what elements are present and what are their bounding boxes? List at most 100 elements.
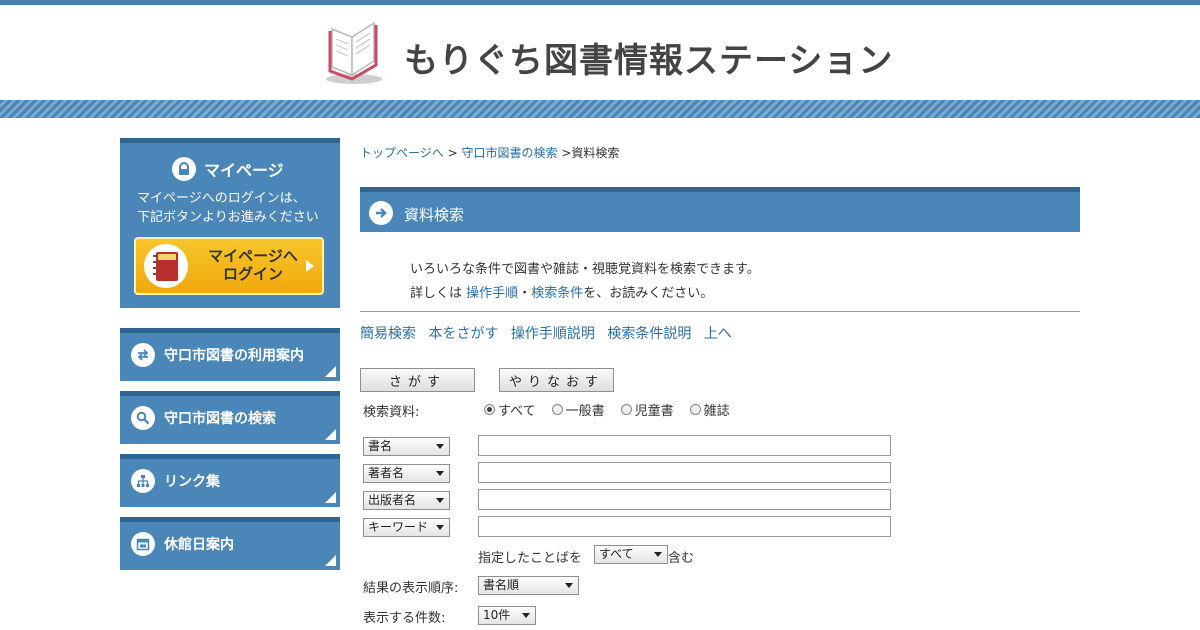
radio-magazine[interactable]: 雑誌	[689, 400, 730, 419]
select-value: すべて	[599, 547, 634, 561]
match-prefix-label: 指定したことばを	[478, 551, 583, 566]
chevron-down-icon	[436, 471, 444, 476]
mypage-description: マイページへのログインは、 下記ボタンよりお進みください	[137, 189, 319, 227]
radio-label: 一般書	[565, 404, 605, 419]
site-header: もりぐち図書情報ステーション	[0, 5, 1200, 100]
mypage-desc-line2: 下記ボタンよりお進みください	[137, 210, 319, 225]
corner-triangle-icon	[325, 492, 336, 503]
mypage-panel: マイページ マイページへのログインは、 下記ボタンよりお進みください マイページ…	[120, 138, 340, 308]
lock-icon	[172, 157, 196, 181]
radio-label: 雑誌	[703, 404, 730, 419]
mypage-login-button[interactable]: マイページへ ログイン	[134, 237, 324, 295]
sidebar-item-label: 守口市図書の検索	[164, 411, 276, 427]
field-select-title[interactable]: 書名	[363, 437, 450, 456]
match-suffix-label: 含む	[668, 551, 695, 566]
divider	[360, 311, 1080, 312]
arrows-icon	[131, 343, 155, 367]
radio-button[interactable]	[484, 404, 495, 415]
field-select-publisher[interactable]: 出版者名	[363, 491, 450, 510]
mypage-heading: マイページ	[172, 157, 284, 181]
intro-dot: ・	[518, 286, 532, 301]
page-top-link[interactable]: 上へ	[704, 326, 732, 342]
select-value: 書名順	[483, 578, 520, 592]
sidebar-item-search[interactable]: 守口市図書の検索	[120, 391, 340, 444]
search-button[interactable]: さがす	[360, 368, 475, 392]
search-icon	[131, 406, 155, 430]
field-select-keyword[interactable]: キーワード	[363, 518, 450, 537]
sidebar-item-guide[interactable]: 守口市図書の利用案内	[120, 328, 340, 381]
publisher-input[interactable]	[478, 489, 891, 510]
breadcrumb: トップページへ > 守口市図書の検索 >資料検索	[360, 144, 619, 161]
radio-button[interactable]	[551, 404, 563, 415]
sidebar-item-links[interactable]: リンク集	[120, 454, 340, 507]
sitemap-icon	[131, 469, 155, 493]
header-stripe	[0, 100, 1200, 118]
count-label: 表示する件数:	[363, 611, 446, 626]
breadcrumb-search-link[interactable]: 守口市図書の検索	[461, 146, 557, 160]
section-title: 資料検索	[404, 206, 465, 224]
corner-triangle-icon	[325, 366, 336, 377]
site-title: もりぐち図書情報ステーション	[404, 41, 894, 81]
arrow-right-icon	[306, 260, 314, 272]
match-mode-select[interactable]: すべて	[594, 545, 668, 564]
breadcrumb-current: 資料検索	[571, 146, 620, 160]
material-radio-group: すべて 一般書 児童書 雑誌	[484, 400, 746, 419]
mypage-title: マイページ	[204, 161, 284, 180]
login-line2: ログイン	[222, 265, 283, 283]
mybook-icon	[144, 244, 188, 288]
breadcrumb-top-link[interactable]: トップページへ	[360, 146, 444, 160]
sidebar-item-label: リンク集	[164, 474, 220, 490]
radio-label: 児童書	[634, 404, 674, 419]
chevron-down-icon	[565, 583, 573, 588]
select-value: 出版者名	[368, 493, 417, 507]
intro-line1: いろいろな条件で図書や雑誌・視聴覚資料を検索できます。	[410, 262, 760, 277]
material-label: 検索資料:	[363, 405, 420, 420]
field-select-author[interactable]: 著者名	[363, 464, 450, 483]
section-header: 資料検索	[360, 187, 1080, 232]
keyword-input[interactable]	[478, 516, 891, 537]
title-input[interactable]	[478, 435, 891, 456]
author-input[interactable]	[478, 462, 891, 483]
intro-line2: 詳しくは 操作手順・検索条件を、お読みください。	[410, 282, 760, 306]
conditions-link[interactable]: 検索条件	[531, 286, 583, 301]
chevron-down-icon	[436, 498, 444, 503]
select-value: 著者名	[368, 466, 405, 480]
arrow-right-circle-icon	[369, 201, 393, 225]
reset-button[interactable]: やりなおす	[499, 368, 614, 392]
corner-triangle-icon	[325, 429, 336, 440]
login-label: マイページへ ログイン	[198, 247, 308, 283]
mypage-desc-line1: マイページへのログインは、	[137, 191, 306, 206]
select-value: 10件	[483, 608, 511, 622]
radio-button[interactable]	[620, 404, 632, 415]
sort-select[interactable]: 書名順	[478, 576, 579, 595]
sidebar-item-label: 休館日案内	[164, 537, 234, 553]
simple-search-link[interactable]: 簡易検索	[360, 326, 416, 342]
intro-text: いろいろな条件で図書や雑誌・視聴覚資料を検索できます。 詳しくは 操作手順・検索…	[410, 258, 760, 306]
select-value: キーワード	[368, 520, 429, 534]
intro-line2-suffix: を、お読みください。	[583, 286, 714, 301]
count-select[interactable]: 10件	[478, 606, 536, 625]
radio-all[interactable]: すべて	[484, 400, 536, 419]
login-line1: マイページへ	[208, 247, 298, 265]
calendar-icon	[131, 532, 155, 556]
book-logo-icon	[324, 17, 384, 89]
quick-links: 簡易検索 本をさがす 操作手順説明 検索条件説明 上へ	[360, 323, 740, 343]
chevron-down-icon	[654, 552, 662, 557]
procedure-guide-link[interactable]: 操作手順説明	[511, 326, 595, 342]
radio-children[interactable]: 児童書	[620, 400, 674, 419]
conditions-guide-link[interactable]: 検索条件説明	[607, 326, 691, 342]
chevron-down-icon	[436, 444, 444, 449]
sidebar-item-label: 守口市図書の利用案内	[164, 348, 304, 364]
intro-line2-prefix: 詳しくは	[410, 286, 463, 301]
chevron-down-icon	[436, 525, 444, 530]
radio-general[interactable]: 一般書	[551, 400, 605, 419]
radio-button[interactable]	[689, 404, 701, 415]
procedure-link[interactable]: 操作手順	[466, 286, 518, 301]
sidebar-item-closed-days[interactable]: 休館日案内	[120, 517, 340, 570]
breadcrumb-separator: >	[447, 146, 458, 160]
radio-label: すべて	[498, 404, 536, 419]
breadcrumb-separator: >	[561, 146, 572, 160]
sort-label: 結果の表示順序:	[363, 581, 459, 596]
corner-triangle-icon	[325, 555, 336, 566]
find-book-link[interactable]: 本をさがす	[428, 326, 498, 342]
